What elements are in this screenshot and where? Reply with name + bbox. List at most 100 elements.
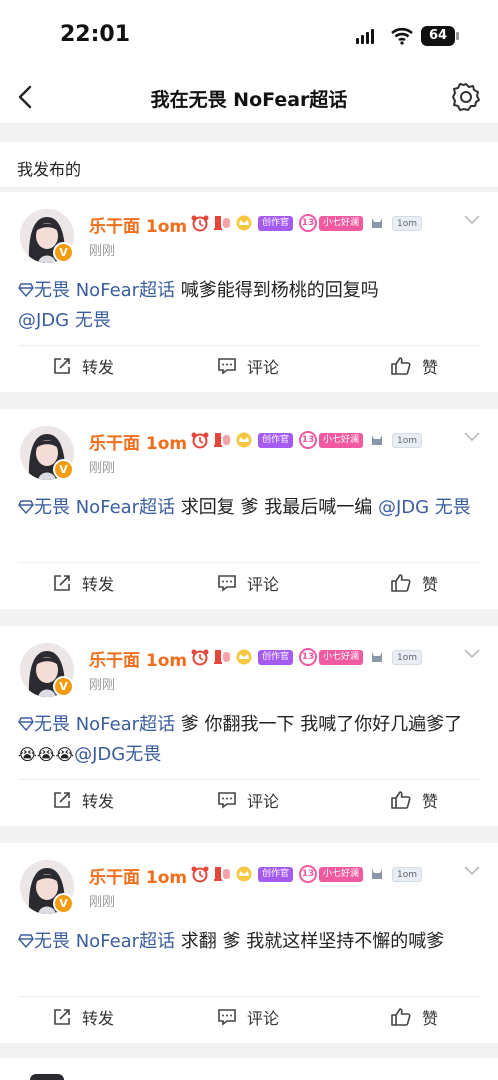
mention-link[interactable]: @JDG无畏 — [74, 744, 161, 765]
comment-button[interactable]: 评论 — [217, 788, 279, 812]
divider — [18, 345, 480, 346]
diamond-icon — [18, 283, 34, 298]
tag-badge: 1om — [392, 215, 423, 231]
like-button[interactable]: 赞 — [390, 571, 438, 595]
tag-badge: 1om — [392, 866, 423, 882]
topic-link[interactable]: 无畏 NoFear超话 — [34, 280, 175, 301]
comment-button[interactable]: 评论 — [217, 1005, 279, 1029]
post-time: 刚刚 — [89, 895, 116, 910]
fan-badge[interactable]: 小七好澜 — [319, 649, 364, 665]
repost-button[interactable]: 转发 — [52, 788, 114, 812]
repost-button[interactable]: 转发 — [52, 354, 114, 378]
post-time: 刚刚 — [89, 461, 116, 476]
divider — [18, 779, 480, 780]
nav-bar: 我在无畏 NoFear超话 — [0, 72, 498, 124]
repost-button[interactable]: 转发 — [52, 571, 114, 595]
alarm-clock-icon — [191, 649, 209, 666]
alarm-clock-icon — [191, 432, 209, 449]
cat-icon — [372, 869, 383, 879]
like-label: 赞 — [422, 1009, 439, 1028]
post-card[interactable]: V 乐干面 1om 创作官 13 小七好澜 1om 刚刚 无畏 NoFear超话… — [0, 843, 498, 1043]
status-bar: 22:01 64 — [0, 0, 498, 72]
post-content: 无畏 NoFear超话 喊爹能得到杨桃的回复吗 @JDG 无畏 — [18, 276, 480, 336]
creator-badge[interactable]: 创作官 — [258, 215, 294, 231]
username[interactable]: 乐干面 1om — [89, 429, 187, 454]
creator-crown-icon — [236, 649, 252, 665]
share-icon — [54, 792, 70, 808]
topic-link[interactable]: 无畏 NoFear超话 — [34, 714, 175, 735]
tag-badge: 1om — [392, 432, 423, 448]
diamond-icon — [18, 500, 34, 515]
post-card[interactable]: V 乐干面 1om 创作官 13 小七好澜 1om 刚刚 无畏 NoFear超话… — [0, 626, 498, 826]
page-title: 我在无畏 NoFear超话 — [150, 89, 348, 111]
comment-label: 评论 — [247, 358, 280, 377]
badge-row: 创作官 13 小七好澜 1om — [190, 647, 426, 667]
divider — [18, 562, 480, 563]
fan-level-badge: 13 — [299, 214, 318, 232]
post-card[interactable]: V 乐干面 1om 创作官 13 小七好澜 1om 刚刚 无畏 NoFear超话… — [0, 192, 498, 392]
like-label: 赞 — [422, 575, 439, 594]
trophy-icon — [214, 433, 230, 447]
status-time: 22:01 — [60, 22, 131, 47]
gear-icon[interactable] — [450, 81, 482, 113]
comment-label: 评论 — [247, 1009, 280, 1028]
chevron-down-icon[interactable] — [462, 212, 482, 226]
alarm-clock-icon — [191, 866, 209, 883]
comment-icon — [218, 575, 236, 592]
repost-label: 转发 — [82, 575, 115, 594]
diamond-icon — [18, 717, 34, 732]
wifi-icon — [391, 27, 413, 45]
fan-badge[interactable]: 小七好澜 — [319, 432, 364, 448]
section-header: 我发布的 — [0, 142, 498, 188]
thumbs-up-icon — [391, 1008, 411, 1026]
cellular-signal-icon — [356, 29, 376, 48]
creator-crown-icon — [236, 215, 252, 231]
section-title: 我发布的 — [17, 160, 82, 179]
creator-badge[interactable]: 创作官 — [258, 866, 294, 882]
trophy-icon — [214, 867, 230, 881]
chevron-down-icon[interactable] — [462, 429, 482, 443]
fan-badge[interactable]: 小七好澜 — [319, 866, 364, 882]
comment-button[interactable]: 评论 — [217, 354, 279, 378]
mention-link[interactable]: @JDG 无畏 — [378, 497, 471, 518]
avatar — [30, 1074, 64, 1080]
fan-level-badge: 13 — [299, 431, 318, 449]
share-icon — [54, 358, 70, 374]
like-label: 赞 — [422, 792, 439, 811]
fan-level-badge: 13 — [299, 648, 318, 666]
creator-crown-icon — [236, 432, 252, 448]
post-content: 无畏 NoFear超话 求翻 爹 我就这样坚持不懈的喊爹 — [18, 927, 480, 957]
chevron-down-icon[interactable] — [462, 863, 482, 877]
post-text: 求翻 爹 我就这样坚持不懈的喊爹 — [175, 931, 445, 952]
thumbs-up-icon — [391, 357, 411, 375]
topic-link[interactable]: 无畏 NoFear超话 — [34, 931, 175, 952]
badge-row: 创作官 13 小七好澜 1om — [190, 430, 426, 450]
post-card[interactable]: V 乐干面 1om 创作官 13 小七好澜 1om 刚刚 无畏 NoFear超话… — [0, 409, 498, 609]
topic-link[interactable]: 无畏 NoFear超话 — [34, 497, 175, 518]
username[interactable]: 乐干面 1om — [89, 212, 187, 237]
trophy-icon — [214, 650, 230, 664]
repost-button[interactable]: 转发 — [52, 1005, 114, 1029]
comment-icon — [218, 1009, 236, 1026]
comment-label: 评论 — [247, 575, 280, 594]
v-badge-icon: V — [53, 242, 74, 263]
like-button[interactable]: 赞 — [390, 354, 438, 378]
creator-badge[interactable]: 创作官 — [258, 649, 294, 665]
post-text: 求回复 爹 我最后喊一编 — [175, 497, 378, 518]
comment-button[interactable]: 评论 — [217, 571, 279, 595]
fan-badge[interactable]: 小七好澜 — [319, 215, 364, 231]
like-button[interactable]: 赞 — [390, 1005, 438, 1029]
like-label: 赞 — [422, 358, 439, 377]
post-card-partial — [0, 1058, 498, 1080]
username[interactable]: 乐干面 1om — [89, 863, 187, 888]
cat-icon — [372, 652, 383, 662]
username[interactable]: 乐干面 1om — [89, 646, 187, 671]
creator-badge[interactable]: 创作官 — [258, 432, 294, 448]
mention-link[interactable]: @JDG 无畏 — [18, 310, 111, 331]
cat-icon — [372, 218, 383, 228]
badge-row: 创作官 13 小七好澜 1om — [190, 213, 426, 233]
chevron-down-icon[interactable] — [462, 646, 482, 660]
like-button[interactable]: 赞 — [390, 788, 438, 812]
post-time: 刚刚 — [89, 678, 116, 693]
action-bar: 转发 评论 赞 — [0, 999, 498, 1039]
